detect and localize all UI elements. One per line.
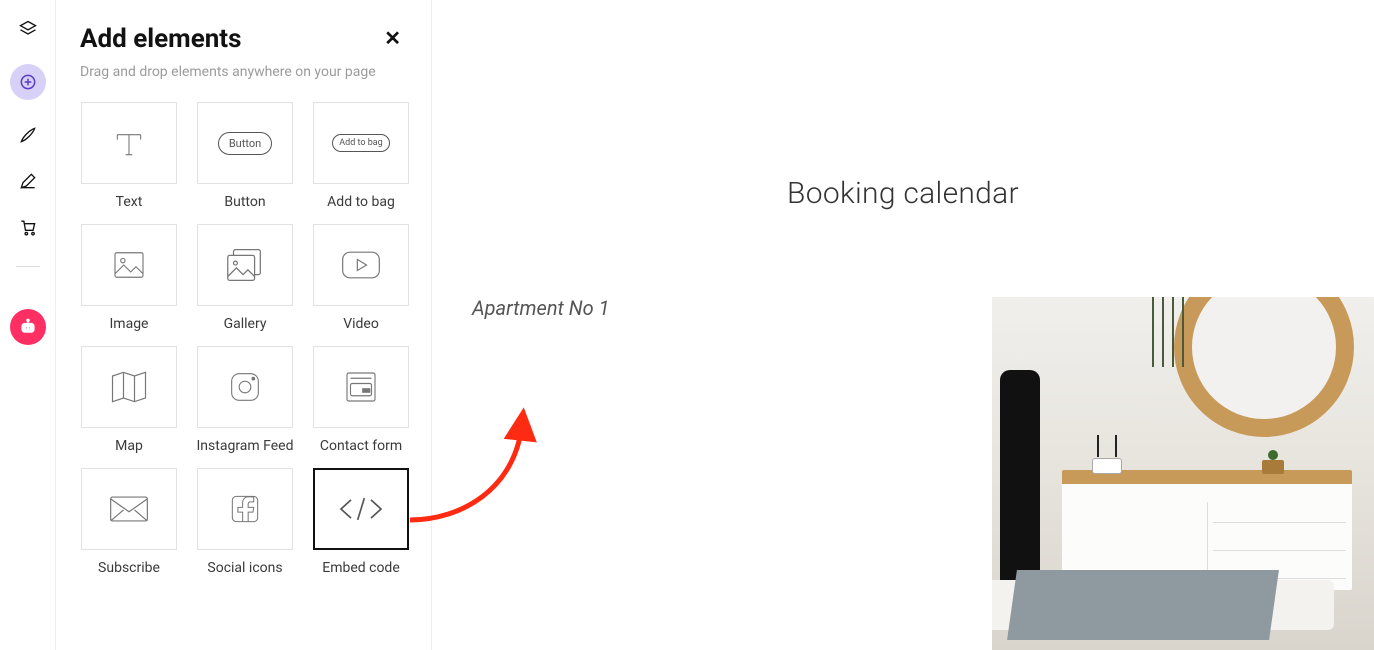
instagram-icon: [197, 346, 293, 428]
element-label: Text: [116, 194, 143, 210]
edit-icon[interactable]: [17, 170, 39, 192]
layers-icon[interactable]: [17, 18, 39, 40]
button-icon: Button: [197, 102, 293, 184]
element-social-icons[interactable]: Social icons: [196, 468, 294, 576]
element-label: Embed code: [322, 560, 400, 576]
add-elements-panel: ✕ Add elements Drag and drop elements an…: [56, 0, 432, 650]
element-gallery[interactable]: Gallery: [196, 224, 294, 332]
element-subscribe[interactable]: Subscribe: [80, 468, 178, 576]
gallery-icon: [197, 224, 293, 306]
element-label: Social icons: [207, 560, 282, 576]
button-pill: Button: [218, 132, 272, 155]
video-icon: [313, 224, 409, 306]
element-label: Contact form: [320, 438, 402, 454]
facebook-icon: [197, 468, 293, 550]
element-embed-code[interactable]: Embed code: [312, 468, 410, 576]
room-image: [992, 297, 1374, 650]
element-button[interactable]: Button Button: [196, 102, 294, 210]
element-video[interactable]: Video: [312, 224, 410, 332]
element-label: Gallery: [224, 316, 267, 332]
panel-title: Add elements: [80, 24, 407, 54]
assistant-bot-icon[interactable]: [10, 309, 46, 345]
add-element-icon[interactable]: [10, 64, 46, 100]
element-label: Map: [115, 438, 143, 454]
add-to-bag-pill: Add to bag: [332, 134, 389, 152]
element-add-to-bag[interactable]: Add to bag Add to bag: [312, 102, 410, 210]
left-toolbar: [0, 0, 56, 650]
apartment-label: Apartment No 1: [472, 296, 610, 320]
element-label: Subscribe: [98, 560, 160, 576]
elements-grid: Text Button Button Add to bag Add to bag: [80, 102, 407, 576]
cart-icon[interactable]: [17, 216, 39, 238]
section-heading: Booking calendar: [787, 176, 1019, 211]
contact-form-icon: [313, 346, 409, 428]
element-label: Add to bag: [327, 194, 395, 210]
panel-subtitle: Drag and drop elements anywhere on your …: [80, 64, 407, 80]
element-label: Video: [343, 316, 379, 332]
text-icon: [81, 102, 177, 184]
page-canvas[interactable]: Booking calendar Apartment No 1: [432, 0, 1374, 650]
element-contact-form[interactable]: Contact form: [312, 346, 410, 454]
element-label: Image: [110, 316, 149, 332]
image-icon: [81, 224, 177, 306]
toolbar-separator: [16, 266, 40, 267]
element-map[interactable]: Map: [80, 346, 178, 454]
element-instagram-feed[interactable]: Instagram Feed: [196, 346, 294, 454]
embed-code-icon: [313, 468, 409, 550]
element-label: Button: [224, 194, 265, 210]
close-icon[interactable]: ✕: [384, 26, 401, 50]
element-text[interactable]: Text: [80, 102, 178, 210]
element-label: Instagram Feed: [197, 438, 294, 454]
element-image[interactable]: Image: [80, 224, 178, 332]
map-icon: [81, 346, 177, 428]
envelope-icon: [81, 468, 177, 550]
add-to-bag-icon: Add to bag: [313, 102, 409, 184]
brush-icon[interactable]: [17, 124, 39, 146]
